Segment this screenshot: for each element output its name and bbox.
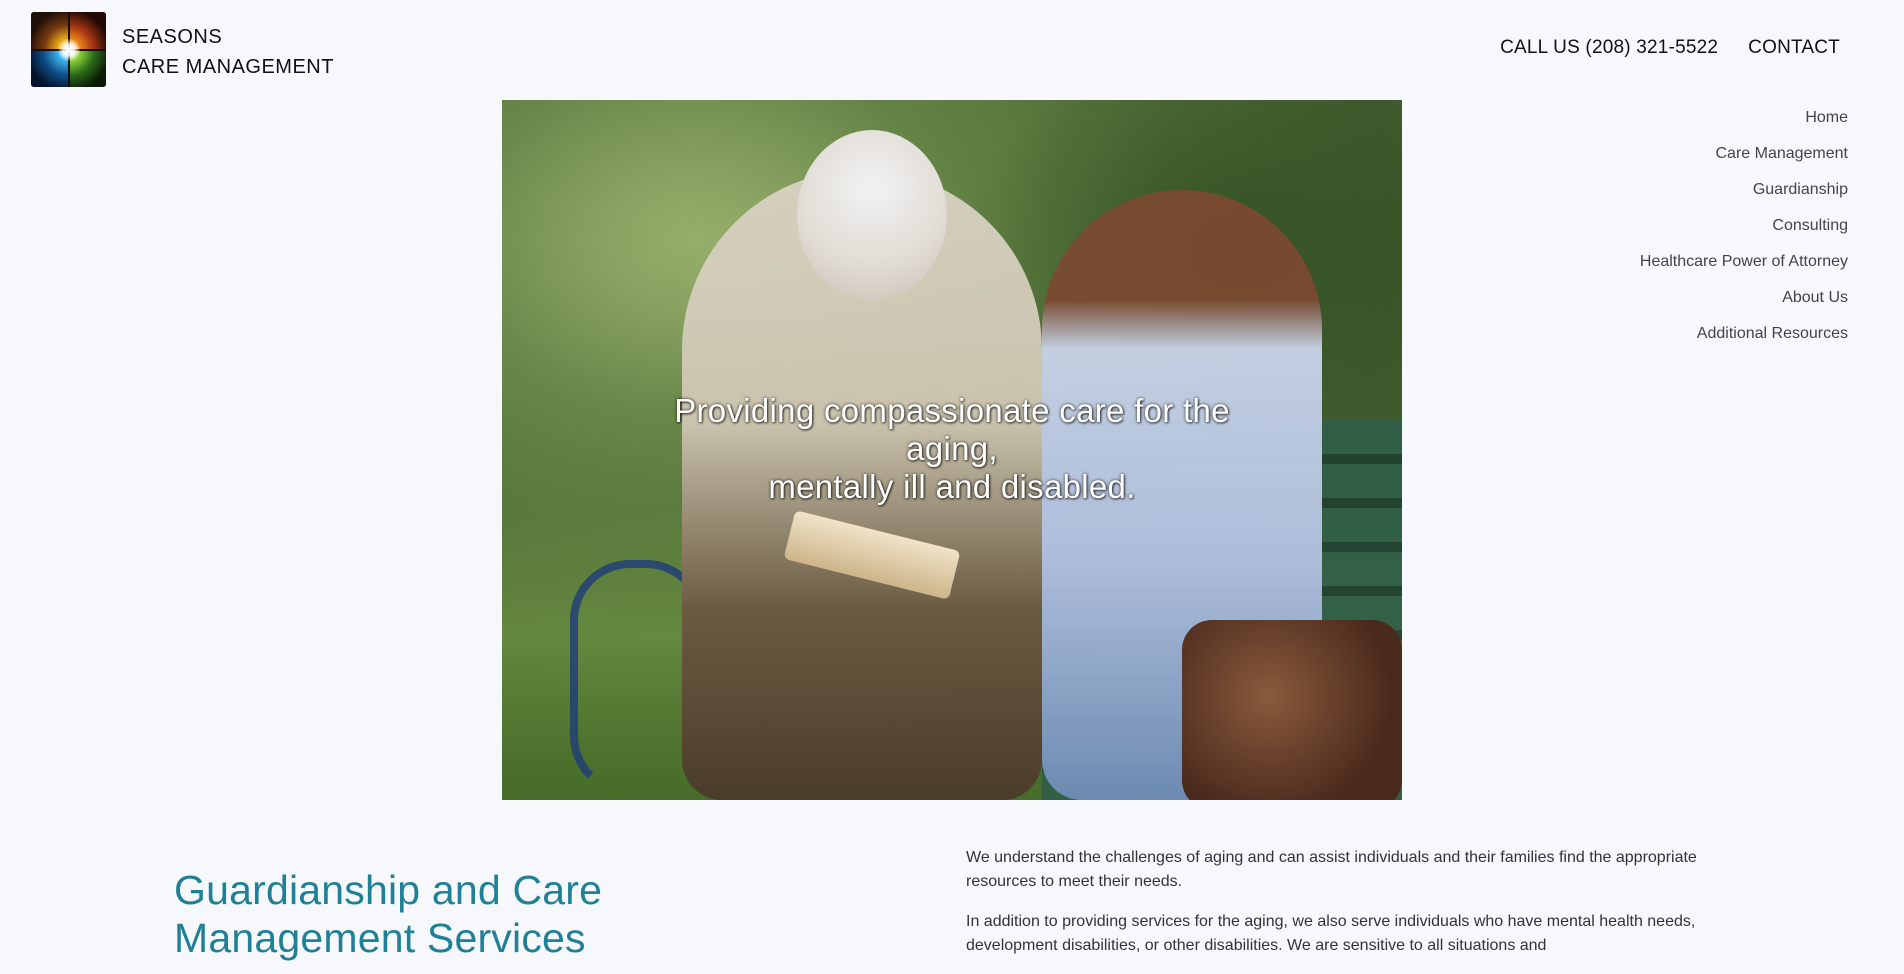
nav-item-consulting[interactable]: Consulting — [1640, 208, 1848, 244]
hero-image: Providing compassionate care for the agi… — [502, 100, 1402, 800]
hero-tagline-line1: Providing compassionate care for the — [674, 392, 1230, 429]
call-us-link[interactable]: CALL US (208) 321-5522 — [1500, 37, 1718, 59]
logo-flare-icon — [57, 38, 80, 61]
nav-item-guardianship[interactable]: Guardianship — [1640, 172, 1848, 208]
logo[interactable] — [31, 12, 106, 87]
nav-item-home[interactable]: Home — [1640, 100, 1848, 136]
hero-tagline-line2: aging, — [906, 430, 998, 467]
brand-line2: CARE MANAGEMENT — [122, 56, 334, 78]
intro-paragraph-1: We understand the challenges of aging an… — [966, 849, 1697, 890]
top-links: CALL US (208) 321-5522 CONTACT — [1500, 37, 1840, 59]
side-nav: Home Care Management Guardianship Consul… — [1640, 100, 1848, 352]
contact-link[interactable]: CONTACT — [1748, 37, 1840, 59]
section-title: Guardianship and Care Management Service… — [174, 867, 603, 961]
nav-item-healthcare-poa[interactable]: Healthcare Power of Attorney — [1640, 244, 1848, 280]
intro-paragraph-2: In addition to providing services for th… — [966, 913, 1696, 954]
nav-item-additional-resources[interactable]: Additional Resources — [1640, 316, 1848, 352]
nav-item-care-management[interactable]: Care Management — [1640, 136, 1848, 172]
hero-elderly-woman-head — [797, 130, 947, 300]
hero-tagline-line3: mentally ill and disabled. — [768, 468, 1136, 505]
intro-text: We understand the challenges of aging an… — [966, 846, 1726, 974]
nav-item-about-us[interactable]: About Us — [1640, 280, 1848, 316]
brand-line1: SEASONS — [122, 26, 223, 48]
hero-tagline: Providing compassionate care for the agi… — [622, 392, 1282, 506]
hero-handbag — [1182, 620, 1402, 800]
brand-name[interactable]: SEASONS CARE MANAGEMENT — [122, 22, 334, 82]
